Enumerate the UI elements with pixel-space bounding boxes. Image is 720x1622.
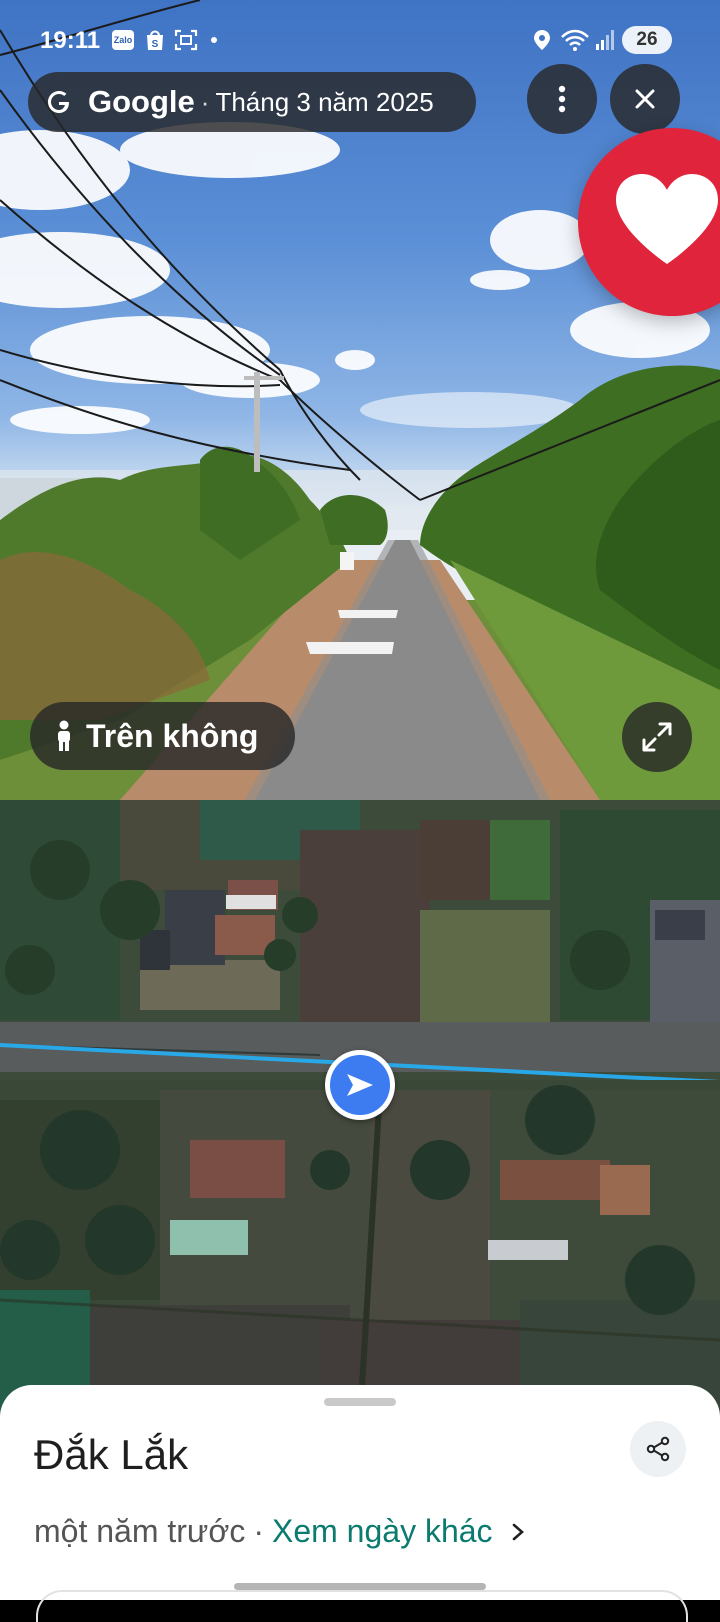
aerial-view-toggle[interactable]: Trên không (30, 702, 295, 770)
close-button[interactable] (610, 64, 680, 134)
street-view-position-marker[interactable] (325, 1050, 395, 1120)
status-time: 19:11 (40, 27, 101, 54)
imagery-info-row: một năm trước · Xem ngày khác (34, 1513, 525, 1550)
shopee-icon: S (147, 30, 163, 50)
chevron-right-icon[interactable] (511, 1522, 525, 1542)
screenshot-icon (174, 29, 198, 51)
separator-dot: · (200, 86, 210, 117)
separator-dot: · (253, 1513, 264, 1549)
person-icon (58, 720, 70, 751)
notification-dot (211, 37, 217, 43)
gesture-navigation-bar[interactable] (234, 1583, 486, 1590)
imagery-date: Tháng 3 năm 2025 (215, 86, 434, 117)
imagery-date-pill[interactable]: Google · Tháng 3 năm 2025 (28, 72, 476, 132)
sheet-drag-handle[interactable] (324, 1398, 396, 1406)
close-icon (635, 89, 655, 109)
see-other-dates-link[interactable]: Xem ngày khác (272, 1513, 493, 1550)
more-options-button[interactable] (527, 64, 597, 134)
navigation-arrow-icon (347, 1074, 373, 1096)
place-title: Đắk Lắk (34, 1431, 189, 1478)
svg-text:S: S (152, 39, 159, 50)
signal-icon (596, 30, 614, 50)
time-ago: một năm trước (34, 1513, 246, 1549)
battery-indicator: 26 (622, 26, 672, 54)
google-g-icon (48, 91, 69, 113)
status-bar: 19:11 Zalo S 26 (0, 0, 720, 82)
location-icon (534, 30, 550, 50)
street-view-panorama[interactable]: 19:11 Zalo S 26 Google · Tháng 3 năm 202… (0, 0, 720, 800)
more-vert-icon (558, 85, 566, 113)
expand-button[interactable] (622, 702, 692, 772)
next-card-edge (36, 1590, 688, 1622)
wifi-icon (561, 29, 589, 51)
aerial-view-label: Trên không (86, 717, 259, 754)
zalo-icon: Zalo (112, 30, 134, 50)
place-bottom-sheet[interactable]: Đắk Lắk một năm trước · Xem ngày khác (0, 1385, 720, 1622)
expand-icon (642, 722, 672, 752)
share-button[interactable] (630, 1421, 686, 1477)
google-brand: Google (88, 84, 195, 119)
heart-icon (616, 174, 718, 264)
share-icon (646, 1436, 670, 1462)
